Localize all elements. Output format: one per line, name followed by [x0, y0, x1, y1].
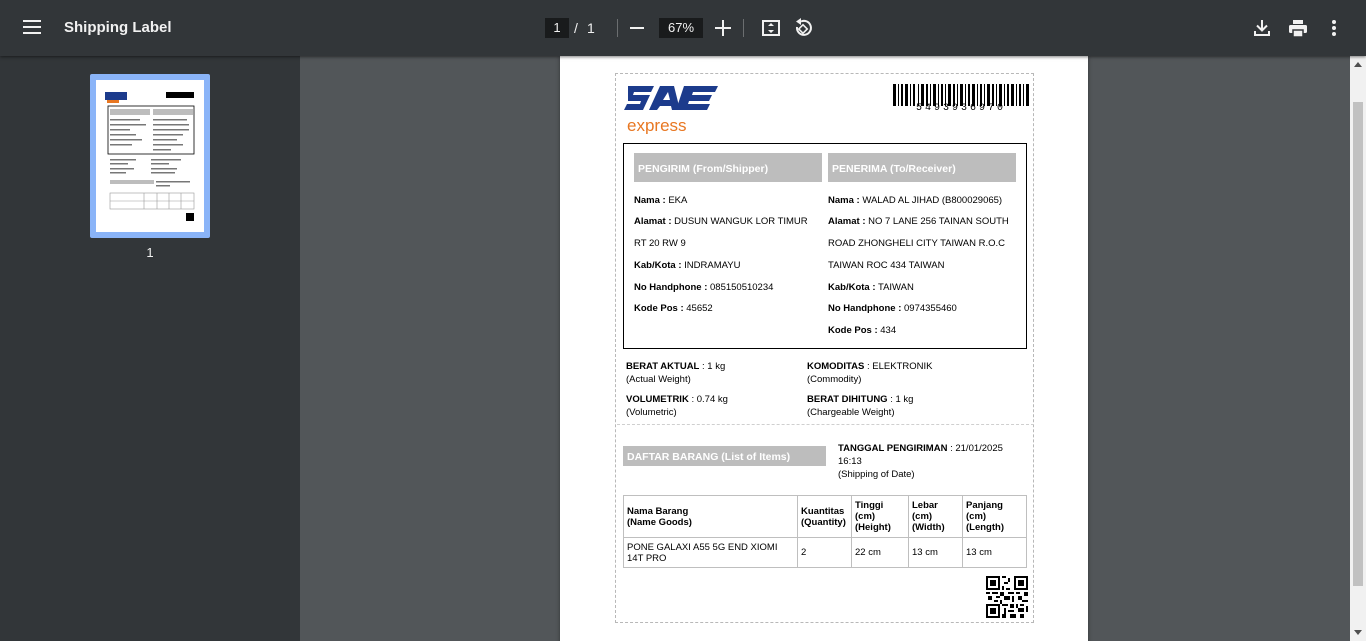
receiver-phone: No Handphone : 0974355460 [828, 303, 957, 314]
page-number-input[interactable]: 1 [545, 18, 569, 38]
vertical-scrollbar[interactable] [1350, 56, 1366, 641]
download-icon[interactable] [1253, 18, 1271, 38]
receiver-name: Nama : WALAD AL JIHAD (B800029065) [828, 195, 1003, 206]
receiver-header: PENERIMA (To/Receiver) [828, 153, 1016, 182]
fit-to-page-icon[interactable] [761, 18, 781, 38]
sae-express-logo: express [624, 86, 718, 134]
shipper-address: Alamat : DUSUN WANGUK LOR TIMUR [634, 216, 808, 227]
page-separator: / [574, 20, 578, 36]
items-list-header: DAFTAR BARANG (List of Items) [623, 446, 826, 466]
chargeable-weight: BERAT DIHITUNG : 1 kg (Chargeable Weight… [807, 394, 914, 418]
cell-height: 22 cm [851, 537, 909, 568]
qr-code [986, 576, 1028, 618]
document-title: Shipping Label [64, 19, 172, 36]
actual-weight: BERAT AKTUAL : 1 kg (Actual Weight) [626, 361, 726, 385]
col-name-goods: Nama Barang (Name Goods) [623, 495, 798, 538]
zoom-in-button[interactable] [715, 20, 731, 36]
items-table: Nama Barang (Name Goods) Kuantitas (Quanti… [623, 495, 1027, 568]
cell-length: 13 cm [962, 537, 1027, 568]
receiver-address-line2: ROAD ZHONGHELI CITY TAIWAN R.O.C [828, 238, 1005, 249]
receiver-address-line3: TAIWAN ROC 434 TAIWAN [828, 260, 945, 271]
col-height: Tinggi (cm) (Height) [851, 495, 909, 538]
zoom-out-button[interactable] [630, 27, 644, 29]
thumbnail-preview-graphic [105, 92, 195, 221]
more-options-icon[interactable] [1327, 18, 1341, 38]
receiver-address: Alamat : NO 7 LANE 256 TAINAN SOUTH [828, 216, 1009, 227]
shipper-header: PENGIRIM (From/Shipper) [634, 153, 822, 182]
menu-icon[interactable] [18, 16, 46, 40]
shipper-postal: Kode Pos : 45652 [634, 303, 713, 314]
thumbnail-preview [96, 80, 204, 232]
cell-width: 13 cm [908, 537, 963, 568]
shipping-label: express 5493936970 PENGIRIM (From/Shippe… [615, 73, 1034, 623]
logo-text: express [627, 116, 687, 134]
thumbnail-page-number: 1 [146, 245, 154, 260]
address-box: PENGIRIM (From/Shipper) PENERIMA (To/Rec… [623, 143, 1027, 349]
shipper-phone: No Handphone : 085150510234 [634, 282, 774, 293]
document-viewer[interactable]: express 5493936970 PENGIRIM (From/Shippe… [300, 56, 1350, 641]
pdf-toolbar: Shipping Label 1 / 1 67% [0, 0, 1366, 56]
col-width: Lebar (cm) (Width) [908, 495, 963, 538]
receiver-postal: Kode Pos : 434 [828, 325, 897, 336]
tracking-number: 5493936970 [916, 103, 1007, 114]
shipper-name: Nama : EKA [634, 195, 688, 206]
scroll-down-arrow[interactable] [1354, 630, 1362, 635]
col-quantity: Kuantitas (Quantity) [797, 495, 852, 538]
table-row: PONE GALAXI A55 5G END XIOMI 14T PRO 2 2… [623, 537, 1027, 568]
shipper-address-line2: RT 20 RW 9 [634, 238, 686, 249]
volumetric-weight: VOLUMETRIK : 0.74 kg (Volumetric) [626, 394, 728, 418]
shipper-city: Kab/Kota : INDRAMAYU [634, 260, 741, 271]
thumbnail-sidebar: 1 [0, 56, 300, 641]
print-icon[interactable] [1288, 18, 1308, 38]
section-divider [617, 424, 1034, 425]
page-thumbnail[interactable] [90, 74, 210, 238]
scrollbar-thumb[interactable] [1353, 102, 1363, 586]
zoom-level-input[interactable]: 67% [659, 18, 703, 38]
rotate-icon[interactable] [793, 18, 813, 38]
shipping-date: TANGGAL PENGIRIMAN : 21/01/2025 16:13 (S… [838, 443, 1003, 480]
cell-quantity: 2 [797, 537, 852, 568]
col-length: Panjang (cm) (Length) [962, 495, 1027, 538]
scroll-up-arrow[interactable] [1354, 62, 1362, 67]
toolbar-divider [617, 19, 618, 37]
toolbar-divider [743, 19, 744, 37]
cell-name-goods: PONE GALAXI A55 5G END XIOMI 14T PRO [623, 537, 798, 568]
pdf-page: express 5493936970 PENGIRIM (From/Shippe… [560, 56, 1088, 641]
items-table-header-row: Nama Barang (Name Goods) Kuantitas (Quanti… [623, 495, 1027, 538]
receiver-city: Kab/Kota : TAIWAN [828, 282, 914, 293]
page-total: 1 [587, 20, 595, 36]
commodity: KOMODITAS : ELEKTRONIK (Commodity) [807, 361, 933, 385]
